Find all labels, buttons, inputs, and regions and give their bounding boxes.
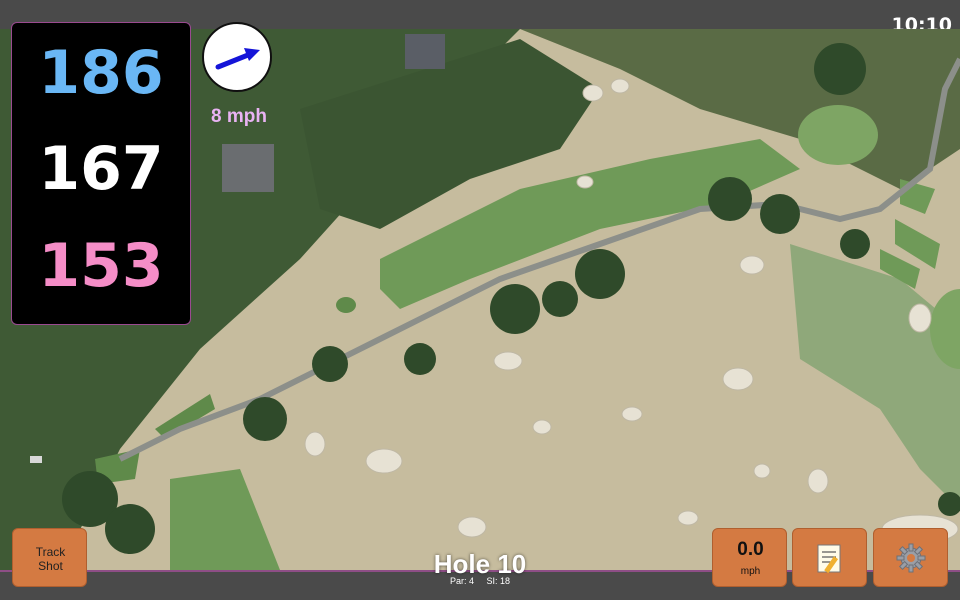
golf-gps-app: 10:10 186 167 153 8 mph Track Shot Hole …	[0, 0, 960, 600]
hole-info: Par: 4 SI: 18	[380, 576, 580, 586]
front-distance: 153	[38, 231, 164, 301]
speed-value: 0.0	[737, 539, 764, 560]
speed-unit: mph	[740, 566, 761, 577]
back-distance: 186	[38, 38, 164, 108]
wind-direction-arrow-icon	[215, 48, 260, 70]
settings-button[interactable]	[873, 528, 948, 587]
gear-icon	[896, 543, 926, 573]
wind-indicator	[202, 22, 272, 92]
track-shot-button[interactable]: Track Shot	[12, 528, 87, 587]
speed-button[interactable]: 0.0 mph	[712, 528, 787, 587]
distance-panel: 186 167 153	[11, 22, 191, 325]
hole-stroke-index: SI: 18	[486, 576, 511, 586]
hole-par: Par: 4	[449, 576, 474, 586]
notes-button[interactable]	[792, 528, 867, 587]
wind-speed: 8 mph	[211, 106, 267, 127]
track-shot-label: Track Shot	[35, 545, 66, 573]
center-distance: 167	[38, 134, 164, 204]
notepad-icon	[817, 544, 841, 574]
